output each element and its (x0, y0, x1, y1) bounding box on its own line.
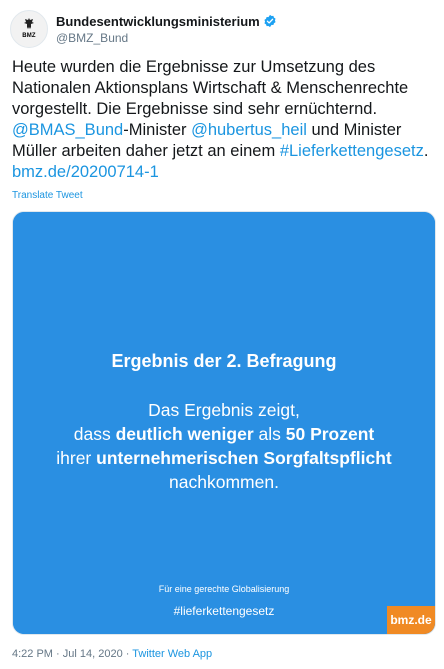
meta-separator: · (52, 648, 63, 660)
media-hashtag: #lieferkettengesetz (173, 604, 275, 618)
tweet-text-part: -Minister (123, 121, 192, 139)
tweet-source-link[interactable]: Twitter Web App (132, 648, 212, 660)
media-title: Ergebnis der 2. Befragung (111, 351, 337, 371)
media-footer: Für eine gerechte Globalisierung (158, 584, 290, 594)
media-text: ihrer (56, 448, 97, 468)
mention-link[interactable]: @BMAS_Bund (12, 121, 123, 139)
avatar-abbr: BMZ (22, 33, 36, 39)
verified-badge-icon (264, 14, 276, 28)
media-line: dass deutlich weniger als 50 Prozent (13, 422, 435, 446)
tweet-time[interactable]: 4:22 PM (12, 648, 53, 660)
tweet-media-image[interactable]: Ergebnis der 2. Befragung Das Ergebnis z… (12, 211, 436, 635)
url-link[interactable]: bmz.de/20200714-1 (12, 163, 159, 181)
tweet-header: BMZ Bundesentwicklungsministerium @BMZ_B… (10, 10, 434, 50)
tweet-text: Heute wurden die Ergebnisse zur Umsetzun… (12, 57, 436, 183)
media-bold-text: unternehmerischen Sorgfaltspflicht (96, 448, 392, 468)
media-line: Das Ergebnis zeigt, (148, 400, 300, 420)
tweet-date[interactable]: Jul 14, 2020 (63, 648, 123, 660)
bmz-logo: bmz.de (387, 606, 435, 634)
media-line: nachkommen. (169, 472, 279, 492)
media-text: dass (73, 424, 116, 444)
hashtag-link[interactable]: #Lieferkettengesetz (280, 142, 424, 160)
display-name[interactable]: Bundesentwicklungsministerium (56, 14, 260, 29)
translate-tweet-link[interactable]: Translate Tweet (12, 190, 83, 201)
media-body: Das Ergebnis zeigt, dass deutlich wenige… (13, 398, 435, 494)
eagle-icon (24, 18, 34, 29)
media-line: ihrer unternehmerischen Sorgfaltspflicht (13, 446, 435, 470)
name-row: Bundesentwicklungsministerium (56, 12, 277, 30)
media-bold-text: 50 Prozent (285, 424, 375, 444)
handle[interactable]: @BMZ_Bund (56, 31, 128, 45)
tweet-meta: 4:22 PM · Jul 14, 2020 · Twitter Web App (12, 648, 212, 660)
media-bold-text: deutlich weniger (115, 424, 254, 444)
media-text: als (253, 424, 286, 444)
tweet-text-part: . (423, 142, 429, 160)
meta-separator: · (122, 648, 133, 660)
avatar[interactable]: BMZ (10, 10, 48, 48)
tweet-text-part: Heute wurden die Ergebnisse zur Umsetzun… (12, 58, 409, 118)
mention-link[interactable]: @hubertus_heil (191, 121, 307, 139)
